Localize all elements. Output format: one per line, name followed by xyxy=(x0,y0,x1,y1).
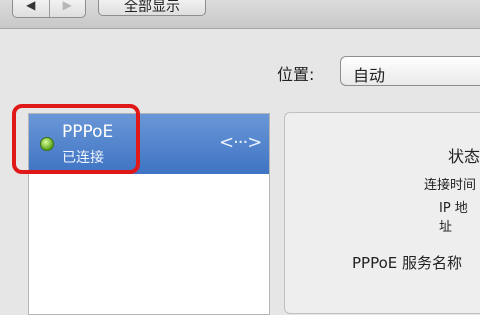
back-arrow-icon[interactable]: ◀ xyxy=(13,0,49,17)
window-toolbar: ◀ ▶ 全部显示 xyxy=(0,0,480,29)
annotation-highlight-box xyxy=(12,104,140,174)
pppoe-service-name-label: PPPoE 服务名称 xyxy=(352,254,463,272)
navigation-segmented-control: ◀ ▶ xyxy=(12,0,86,18)
forward-arrow-icon[interactable]: ▶ xyxy=(48,0,86,17)
pppoe-connection-icon: <···> xyxy=(219,132,262,153)
show-all-button[interactable]: 全部显示 xyxy=(98,0,206,16)
status-label: 状态 xyxy=(448,147,480,166)
ip-address-label: IP 地址 xyxy=(439,201,468,235)
connect-time-label: 连接时间 xyxy=(424,178,477,193)
location-label: 位置: xyxy=(277,65,315,84)
location-select[interactable]: 自动 xyxy=(340,56,480,86)
